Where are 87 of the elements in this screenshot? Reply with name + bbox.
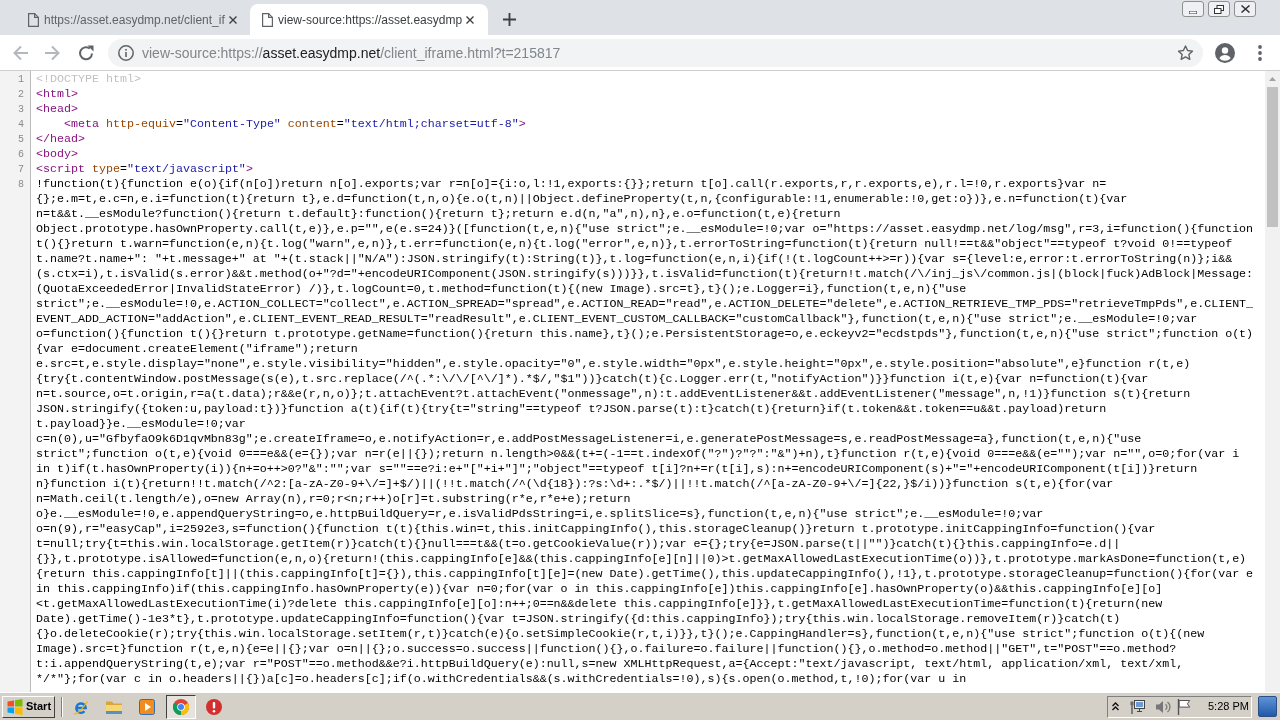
address-text: view-source:https://asset.easydmp.net/client_iframe.html?t=215817 <box>142 43 561 62</box>
back-arrow-icon <box>12 44 28 61</box>
minimize-icon <box>1189 10 1197 14</box>
code-line: in this.cappingInfo)if(this.cappingInfo.hasOwnProperty(e)){var n=0;for(var o in this.cappingInfo[e])this.cappingInfo[e].hasOwnProperty(o)&&this.cappingInfo[e][o] <box>36 582 1163 597</box>
code-line: <t.getMaxAllowedLastExecutionTime(i)?delete this.cappingInfo[e][o]:n++;0==n&&delete this.cappingInfo[e]}},t.getMaxAllowedLastExecutionTime=function(t){return(new <box>36 597 1163 612</box>
code-line: n}function i(t){return!!t.match(/^2:[a-zA-Z0-9+\/=]+$/)||(!!t.match(/^(\d{18}):?s:\d+:.*$/)||!!t.match(/^[a-zA-Z0-9+\/=]{22,}$/i))}function s(t,e){for(var <box>36 477 1114 492</box>
code-line: c=n(0),u="GfbyfaO9k6D1qvMbn83g";e.createIframe=o,e.notifyAction=r,e.addPostMessageListener=i,e.generatePostMessage=s,e.readPostMessage=a},function(t,e,n){"use <box>36 432 1142 447</box>
code-line: strict";function o(t,e){void 0===e&&(e={});var n=r(e||{});return n.length>0&&(t+=(-1==t.indexOf("?")?"?":"&")+n),t}function r(t,e){void 0===e&&(e="");var n="",o=0;for(var i <box>36 447 1240 462</box>
code-line: in t)if(t.hasOwnProperty(i)){n+=o++>0?"&":"";var s=""==e?i:e+"["+i+"]";"object"==typeof t[i]?n+=r(t[i],s):n+=encodeURIComponent(s)+"="+encodeURIComponent(t[i])}return <box>36 462 1198 477</box>
code-line: (s.ctx=i),t.isValid(s.error)&&t.method(o+"?d="+encodeURIComponent(JSON.stringify(s)))}},t.isValid=function(t){return!t.match(/\/inj_js\/common.js|(block|fuck)AdBlock|Message: <box>36 267 1254 282</box>
code-line: {var e=document.createElement("iframe");return <box>36 342 358 357</box>
show-desktop-button[interactable] <box>1258 696 1277 717</box>
code-line: o}e.__esModule=!0,e.appendQueryString=o,e.httpBuildQuery=r,e.isValidPdsString=i,e.splitSlice=s},function(t,e,n){"use strict";e.__esModule=!0;var <box>36 507 1044 522</box>
speaker-icon[interactable] <box>1155 698 1171 715</box>
taskbar-button[interactable] <box>166 694 196 719</box>
start-button[interactable]: Start <box>2 695 55 718</box>
network-icon[interactable] <box>1130 698 1146 715</box>
browser-tab[interactable]: https://asset.easydmp.net/client_if <box>16 4 250 35</box>
code-line: o=n(9),r="easyCap",i=2592e3,s=function(){function t(t){this.win=t,this.initCappingInfo(),this.storageCleanup()}return t.prototype.initCappingInfo=function(){var <box>36 522 1156 537</box>
close-icon <box>228 15 237 24</box>
menu-icon <box>1258 44 1262 61</box>
code-line: <body> <box>36 147 78 162</box>
close-window-button[interactable] <box>1234 1 1256 17</box>
flag-icon[interactable] <box>1177 698 1191 715</box>
forward-arrow-icon <box>45 44 61 61</box>
code-line: <meta http-equiv="Content-Type" content="text/html;charset=utf-8"> <box>64 117 526 132</box>
page-icon <box>262 12 273 27</box>
code-line: */*"};for(var c in o.headers||{})a[c]=o.headers[c];if(o.withCredentials&&(s.withCredentials=!0),s){s.open(o.method,t,!0);for(var u in <box>36 672 967 687</box>
address-bar[interactable]: view-source:https://asset.easydmp.net/client_iframe.html?t=215817 <box>108 38 1203 67</box>
code-line: <html> <box>36 87 78 102</box>
account-icon <box>1215 42 1235 63</box>
line-number: 3 <box>18 104 24 115</box>
line-number: 5 <box>18 134 24 145</box>
code-line: Object.prototype.hasOwnProperty.call(t,e)},e.p="",e(e.s=24)}([function(t,e,n){"use strict";e.__esModule=!0;var o="https://asset.easydmp.net/log/msg",r=3,i=function(){function <box>36 222 1254 237</box>
line-number: 6 <box>18 149 24 160</box>
code-line: {try{t.contentWindow.postMessage(s(e),t.src.replace(/^(.*:\/\/[^\/]*).*$/,"$1"))}catch(t){c.Logger.err(t,"notifyAction")}}function i(t,e){var n=function(t){var <box>36 372 1149 387</box>
line-number: 4 <box>18 119 24 130</box>
star-icon <box>1176 44 1194 61</box>
code-line: <head> <box>36 102 78 117</box>
code-line: {}},t.prototype.isAllowed=function(e,n,o){return!(this.cappingInfo[e]&&(this.cappingInfo[e][n]||0)>t.getMaxAllowedLastExecutionTime(o))},t.prototype.markAsDone=function(t,e) <box>36 552 1247 567</box>
tricolor-circle-icon <box>173 698 189 715</box>
line-number: 1 <box>18 74 24 85</box>
code-line: t.name?t.name+": "+t.message+" at "+(t.stack||"N/A"):JSON.stringify(t):String(t)},t.log=function(e,n,i){if(!(t.logCount++>=r)){var s={level:e,error:t.errorToString(n)};i&& <box>36 252 1233 267</box>
scrollbar-thumb[interactable] <box>1267 87 1278 227</box>
alert-icon <box>206 698 222 715</box>
line-number: 2 <box>18 89 24 100</box>
info-icon <box>118 44 134 61</box>
code-line: </head> <box>36 132 85 147</box>
plus-icon <box>502 12 516 26</box>
bookmark-button[interactable] <box>1175 42 1195 63</box>
up-arrow-icon <box>1269 76 1276 81</box>
code-line: {}o.deleteCookie(r);try{this.win.localStorage.setItem(r,t)}catch(e){o.setSimpleCookie(r,t,i)}},t}();e.CappingHandler=s},function(t,e,n){"use strict";function o(t){(new <box>36 627 1205 642</box>
line-number: 8 <box>18 179 24 190</box>
play-icon[interactable] <box>139 698 155 715</box>
code-line: !function(t){function e(o){if(n[o])return n[o].exports;var r=n[o]={i:o,l:!1,exports:{}};return t[o].call(r.exports,r,r.exports,e),r.l=!0,r.exports}var n= <box>36 177 1107 192</box>
code-line: {return this.cappingInfo[t]||(this.cappingInfo[t]={}),this.cappingInfo[t][e]=(new Date).getTime(),this.updateCappingInfo(),!1},t.prototype.storageCleanup=function(){for(var e <box>36 567 1254 582</box>
line-number: 7 <box>18 164 24 175</box>
code-line: n=Math.ceil(t.length/e),o=new Array(n),r=0;r<n;r++)o[r]=t.substring(r*e,r*e+e);return <box>36 492 631 507</box>
code-line: t=null;try{t=this.win.localStorage.getItem(r)}catch(t){}null===t&&(t=o.getCookieValue(r));var e={};try{e=JSON.parse(t||"")}catch(t){}this.cappingInfo=e.d|| <box>36 537 1121 552</box>
code-line: strict";e.__esModule=!0,e.ACTION_COLLECT="collect",e.ACTION_SPREAD="spread",e.ACTION_READ="read",e.ACTION_DELETE="delete",e.ACTION_RETRIEVE_TMP_PDS="retrieveTmpPds",e.CLIENT_ <box>36 297 1254 312</box>
code-line: (QuotaExceededError|InvalidStateError) /)},t.logCount=0,t.method=function(t){(new Image).src=t},t}();e.Logger=i},function(t,e,n){"use <box>36 282 967 297</box>
code-line: <!DOCTYPE html> <box>36 72 141 87</box>
code-line: o=function(){function t(){}return t.prototype.getName=function(){return this.name},t}();e.PersistentStorage=o,e.eckeyv2="ecdstpds"},function(t,e,n){"use strict";function o(t) <box>36 327 1254 342</box>
close-icon <box>466 15 475 24</box>
page-icon <box>28 12 39 27</box>
code-line: n=t.source,o=t.origin,r=a(t.data);r&&e(r,n,o)};t.attachEvent?t.attachEvent("onmessage",n):t.addEventListener&&t.addEventListener("message",n,!1)}function s(t){return <box>36 387 1191 402</box>
restore-icon <box>1214 4 1224 14</box>
code-line: Date).getTime()-1e3*t},t.prototype.updateCappingInfo=function(){var t=JSON.stringify({d:this.cappingInfo});try{this.win.localStorage.removeItem(r)}catch(t) <box>36 612 1121 627</box>
code-line: t:i.appendQueryString(t,e);var r="POST"==o.method&&e?i.httpBuildQuery(e):null,s=new XMLHttpRequest,a={Accept:"text/javascript, text/html, application/xml, text/xml, <box>36 657 1184 672</box>
browser-tab[interactable]: view-source:https://asset.easydmp <box>250 4 488 35</box>
windows-flag-icon <box>7 698 23 715</box>
scrollbar[interactable] <box>1265 71 1280 692</box>
chevron-up-icon[interactable] <box>1112 702 1119 711</box>
close-icon <box>1240 5 1250 13</box>
code-line: n=t&&t.__esModule?function(){return t.default}:function(){return t};return e.d(n,"a",n),n},e.o=function(t,e){return <box>36 207 841 222</box>
e-logo-icon[interactable] <box>73 698 89 715</box>
code-line: {};e.m=t,e.c=n,e.i=function(t){return t},e.d=function(t,n,o){e.o(t,n)||Object.defineProperty(t,n,{configurable:!1,enumerable:!0,get:o})},e.n=function(t){var <box>36 192 1128 207</box>
clock: 5:28 PM <box>1208 699 1249 715</box>
code-line: <script type="text/javascript"> <box>36 162 253 177</box>
code-line: JSON.stringify({token:u,payload:t})}function a(t){if(t){try{t="string"==typeof t?JSON.parse(t):t}catch(t){return}if(t.token&&t.token==u&&t.payload)return <box>36 402 1107 417</box>
code-line: t(){}return t.warn=function(e,n){t.log("warn",e,n)},t.err=function(e,n){t.log("error",e,n)},t.errorToString=function(t){return null!==t&&"object"==typeof t?void 0!==typeof <box>36 237 1233 252</box>
code-line: t.payload}}e.__esModule=!0;var <box>36 417 246 432</box>
code-line: Image).src=t}function r(t,e,n){e=e||{};var o=n||{};o.success=o.success||function(){},o.failure=o.failure||function(){},o.method=o.method||"GET",t="POST"==o.method? <box>36 642 1177 657</box>
restore-button[interactable] <box>1208 1 1230 17</box>
code-line: EVENT_ADD_ACTION="addAction",e.CLIENT_EVENT_READ_RESULT="readResult",e.CLIENT_EVENT_CUSTOM_CALLBACK="customCallback"},function(t,e,n){"use strict";e.__esModule=!0;var <box>36 312 1198 327</box>
reload-icon <box>78 44 94 61</box>
code-line: e.src=t,e.style.display="none",e.style.visibility="hidden",e.style.opacity="0",e.style.width="0px",e.style.height="0px",e.style.position="absolute",e}function r(t,e) <box>36 357 1191 372</box>
